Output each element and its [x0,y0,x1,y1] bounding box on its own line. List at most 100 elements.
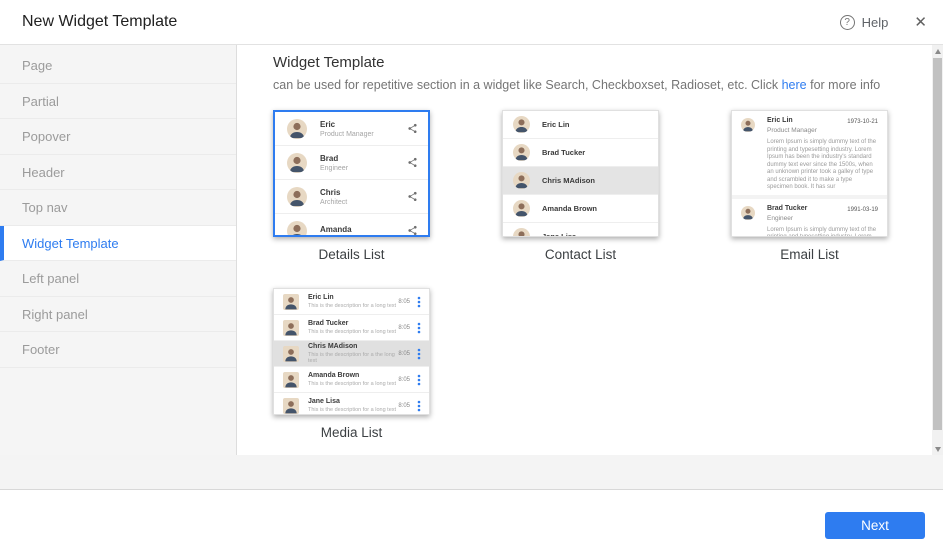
sidebar-item-popover[interactable]: Popover [0,119,236,155]
email-row: Eric Lin1973-10-21Product ManagerLorem I… [732,111,887,195]
main-content: Widget Template can be used for repetiti… [238,45,932,455]
share-icon [407,157,418,168]
sidebar-item-label: Header [22,165,65,180]
row-name: Chris MAdison [308,343,398,350]
contact-row: Chris MAdison [503,167,658,195]
sidebar-item-top-nav[interactable]: Top nav [0,190,236,226]
row-role: Product Manager [320,131,407,138]
sidebar-item-partial[interactable]: Partial [0,84,236,120]
person-avatar [283,294,299,310]
dialog-header: New Widget Template ? Help ✕ [0,0,943,45]
person-avatar [287,119,307,139]
row-name: Brad [320,154,407,163]
row-description: This is the description for a long text [308,329,398,335]
contact-row: Eric Lin [503,111,658,139]
row-name: Brad Tucker [542,148,585,157]
row-body: Lorem Ipsum is simply dummy text of the … [767,227,879,238]
person-avatar [513,172,530,189]
details-row: BradEngineer [275,146,428,180]
card-label: Email List [731,247,888,262]
details-row: ChrisArchitect [275,180,428,214]
person-avatar [287,153,307,173]
scrollbar-thumb[interactable] [933,58,942,430]
close-icon[interactable]: ✕ [914,15,927,30]
person-avatar [283,398,299,414]
page-title: Widget Template [273,54,932,71]
row-description: This is the description for a long text [308,407,398,413]
person-avatar [741,118,755,132]
sidebar-item-label: Widget Template [22,236,119,251]
question-circle-icon: ? [840,15,855,30]
share-icon [407,123,418,134]
row-name: Jane Lisa [308,398,398,405]
person-avatar [283,320,299,336]
row-time: 8:05 [398,325,410,331]
person-avatar [287,187,307,207]
row-name: Jane Lisa [542,232,576,237]
card-label: Details List [273,247,430,262]
details-list-card[interactable]: EricProduct ManagerBradEngineerChrisArch… [273,110,430,237]
sidebar-item-page[interactable]: Page [0,48,236,84]
contact-row: Jane Lisa [503,223,658,237]
row-date: 1991-03-19 [847,207,878,213]
row-role: Engineer [767,215,879,222]
sidebar-item-widget-template[interactable]: Widget Template [0,226,236,262]
person-avatar [283,372,299,388]
row-body: Lorem Ipsum is simply dummy text of the … [767,139,879,192]
dialog-title: New Widget Template [22,13,177,31]
next-button[interactable]: Next [825,512,925,539]
details-row: EricProduct Manager [275,112,428,146]
media-row: Jane Lisa This is the description for a l… [274,393,429,415]
vertical-scrollbar[interactable] [932,45,943,455]
more-info-link[interactable]: here [782,78,807,92]
sidebar-item-label: Top nav [22,200,68,215]
person-avatar [287,221,307,238]
sidebar-item-header[interactable]: Header [0,155,236,191]
row-name: Brad Tucker [308,320,398,327]
kebab-menu-icon [415,374,423,386]
card-label: Media List [273,425,430,440]
row-name: Amanda Brown [542,204,597,213]
sidebar-nav: Page PartialPopover Header Top nav Widget Te… [0,45,237,490]
sidebar-item-label: Footer [22,342,60,357]
person-avatar [283,346,299,362]
row-description: This is the description for a the long t… [308,352,398,364]
share-icon [407,191,418,202]
scrollbar-up-arrow-icon[interactable] [932,45,943,57]
template-option-email-list: Eric Lin1973-10-21Product ManagerLorem I… [731,110,888,262]
kebab-menu-icon [415,322,423,334]
page-description: can be used for repetitive section in a … [273,78,932,92]
media-row: Brad Tucker This is the description for a… [274,315,429,341]
media-list-card[interactable]: Eric Lin This is the description for a lo… [273,288,430,415]
description-suffix: for more info [807,78,881,92]
email-row: Brad Tucker1991-03-19EngineerLorem Ipsum… [732,195,887,238]
template-option-contact-list: Eric Lin Brad Tucker Chris MAdison Amanda B… [502,110,659,262]
description-text: can be used for repetitive section in a … [273,78,782,92]
contact-row: Brad Tucker [503,139,658,167]
sidebar-item-footer[interactable]: Footer [0,332,236,368]
email-list-card[interactable]: Eric Lin1973-10-21Product ManagerLorem I… [731,110,888,237]
person-avatar [741,206,755,220]
row-name: Amanda Brown [308,372,398,379]
contact-list-card[interactable]: Eric Lin Brad Tucker Chris MAdison Amanda B… [502,110,659,237]
row-time: 8:05 [398,351,410,357]
row-time: 8:05 [398,299,410,305]
row-name: Eric Lin [308,294,398,301]
sidebar-item-left-panel[interactable]: Left panel [0,261,236,297]
row-time: 8:05 [398,377,410,383]
help-label: Help [862,15,889,30]
sidebar-item-label: Page [22,58,52,73]
template-option-media-list: Eric Lin This is the description for a lo… [273,288,430,440]
new-widget-template-dialog: New Widget Template ? Help ✕ Page Partial… [0,0,943,550]
row-name: Eric Lin [542,120,570,129]
person-avatar [513,116,530,133]
row-name: Chris [320,188,407,197]
person-avatar [513,228,530,237]
details-row: Amanda [275,214,428,237]
kebab-menu-icon [415,296,423,308]
sidebar-item-right-panel[interactable]: Right panel [0,297,236,333]
row-name: Amanda [320,225,407,234]
help-button[interactable]: ? Help [840,15,889,30]
scrollbar-down-arrow-icon[interactable] [932,443,943,455]
row-name: Chris MAdison [542,176,595,185]
